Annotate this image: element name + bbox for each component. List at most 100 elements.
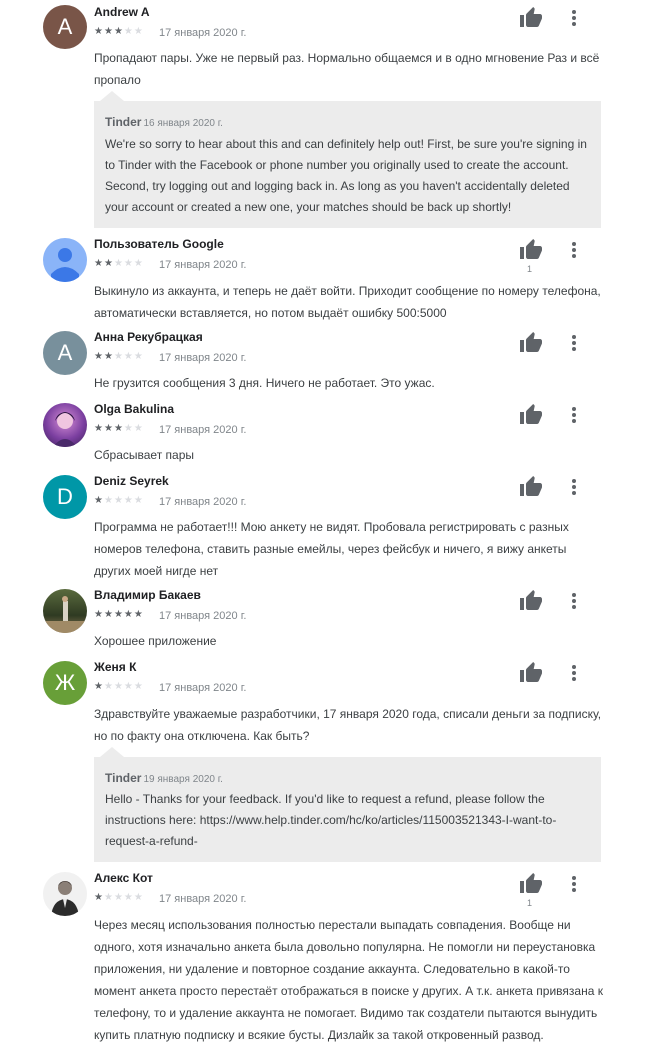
more-vert-icon[interactable] [566,238,582,262]
more-vert-icon[interactable] [566,661,582,685]
reply-developer: Tinder [105,771,142,785]
person-icon [51,248,79,282]
star-filled-icon: ★ [94,609,104,620]
helpful-count: 1 [527,264,533,274]
thumb-up-icon[interactable] [519,238,543,262]
star-filled-icon: ★ [94,26,104,37]
avatar [43,589,87,633]
star-empty-icon: ★ [133,351,144,362]
more-vert-icon[interactable] [566,331,582,355]
avatar [43,238,87,282]
star-rating: ★★★★★ [94,258,144,269]
review-date: 17 января 2020 г. [159,27,247,39]
developer-reply: Tinder 16 января 2020 г. We're so sorry t… [94,101,601,228]
star-filled-icon: ★ [103,258,114,269]
developer-reply: Tinder 19 января 2020 г. Hello - Thanks f… [94,757,601,862]
thumb-up-icon[interactable] [519,475,543,499]
review-date: 17 января 2020 г. [159,610,247,622]
star-empty-icon: ★ [103,495,114,506]
star-rating: ★★★★★ [94,892,144,903]
reply-text: We're so sorry to hear about this and ca… [105,137,587,214]
review-text: Хорошее приложение [94,634,217,648]
star-filled-icon: ★ [94,495,104,506]
more-vert-icon[interactable] [566,475,582,499]
review-date: 17 января 2020 г. [159,893,247,905]
more-vert-icon[interactable] [566,589,582,613]
star-filled-icon: ★ [94,258,104,269]
review-author: Andrew A [94,5,150,19]
reply-developer: Tinder [105,115,142,129]
thumb-up-icon[interactable] [519,403,543,427]
star-filled-icon: ★ [133,609,144,620]
thumb-up-icon[interactable] [519,6,543,30]
review-author: Olga Bakulina [94,402,175,416]
review-date: 17 января 2020 г. [159,682,247,694]
star-empty-icon: ★ [113,495,124,506]
star-filled-icon: ★ [103,26,114,37]
review-date: 17 января 2020 г. [159,352,247,364]
review-author: Алекс Кот [94,871,153,885]
star-empty-icon: ★ [113,351,124,362]
user-photo-icon [53,412,77,447]
review-date: 17 января 2020 г. [159,424,247,436]
reply-pointer [100,91,124,101]
avatar: A [43,5,87,49]
star-empty-icon: ★ [113,258,124,269]
star-empty-icon: ★ [133,423,144,434]
review-text: Пропадают пары. Уже не первый раз. Норма… [94,51,600,87]
thumb-up-icon[interactable] [519,331,543,355]
star-empty-icon: ★ [123,26,134,37]
star-filled-icon: ★ [103,351,114,362]
avatar [43,403,87,447]
avatar: А [43,331,87,375]
review-date: 17 января 2020 г. [159,496,247,508]
star-rating: ★★★★★ [94,423,144,434]
thumb-up-icon[interactable] [519,589,543,613]
reply-date: 16 января 2020 г. [143,118,223,129]
star-filled-icon: ★ [94,423,104,434]
star-empty-icon: ★ [123,351,134,362]
star-empty-icon: ★ [133,258,144,269]
star-filled-icon: ★ [113,609,124,620]
star-filled-icon: ★ [103,423,114,434]
reply-date: 19 января 2020 г. [143,774,223,785]
star-empty-icon: ★ [123,495,134,506]
star-empty-icon: ★ [123,892,134,903]
star-filled-icon: ★ [113,423,124,434]
star-rating: ★★★★★ [94,609,144,620]
star-filled-icon: ★ [103,609,114,620]
star-rating: ★★★★★ [94,26,144,37]
star-empty-icon: ★ [123,423,134,434]
star-empty-icon: ★ [133,681,144,692]
more-vert-icon[interactable] [566,6,582,30]
review-text: Здравствуйте уважаемые разработчики, 17 … [94,707,602,743]
star-filled-icon: ★ [94,892,104,903]
thumb-up-icon[interactable] [519,872,543,896]
star-filled-icon: ★ [113,26,124,37]
star-filled-icon: ★ [94,681,104,692]
review-author: Deniz Seyrek [94,474,169,488]
avatar: D [43,475,87,519]
review-text: Через месяц использования полностью пере… [94,918,603,1042]
more-vert-icon[interactable] [566,403,582,427]
reply-pointer [100,747,124,757]
star-empty-icon: ★ [123,258,134,269]
star-empty-icon: ★ [113,892,124,903]
thumb-up-icon[interactable] [519,661,543,685]
review-text: Программа не работает!!! Мою анкету не в… [94,520,569,578]
review-date: 17 января 2020 г. [159,259,247,271]
avatar: Ж [43,661,87,705]
star-empty-icon: ★ [103,892,114,903]
star-empty-icon: ★ [133,26,144,37]
avatar [43,872,87,916]
review-text: Сбрасывает пары [94,448,195,462]
user-photo-icon [51,881,79,916]
review-author: Женя К [94,660,137,674]
star-rating: ★★★★★ [94,495,144,506]
review-text: Выкинуло из аккаунта, и теперь не даёт в… [94,284,601,320]
review-text: Не грузится сообщения 3 дня. Ничего не р… [94,376,435,390]
star-rating: ★★★★★ [94,351,144,362]
star-empty-icon: ★ [133,495,144,506]
star-empty-icon: ★ [103,681,114,692]
more-vert-icon[interactable] [566,872,582,896]
